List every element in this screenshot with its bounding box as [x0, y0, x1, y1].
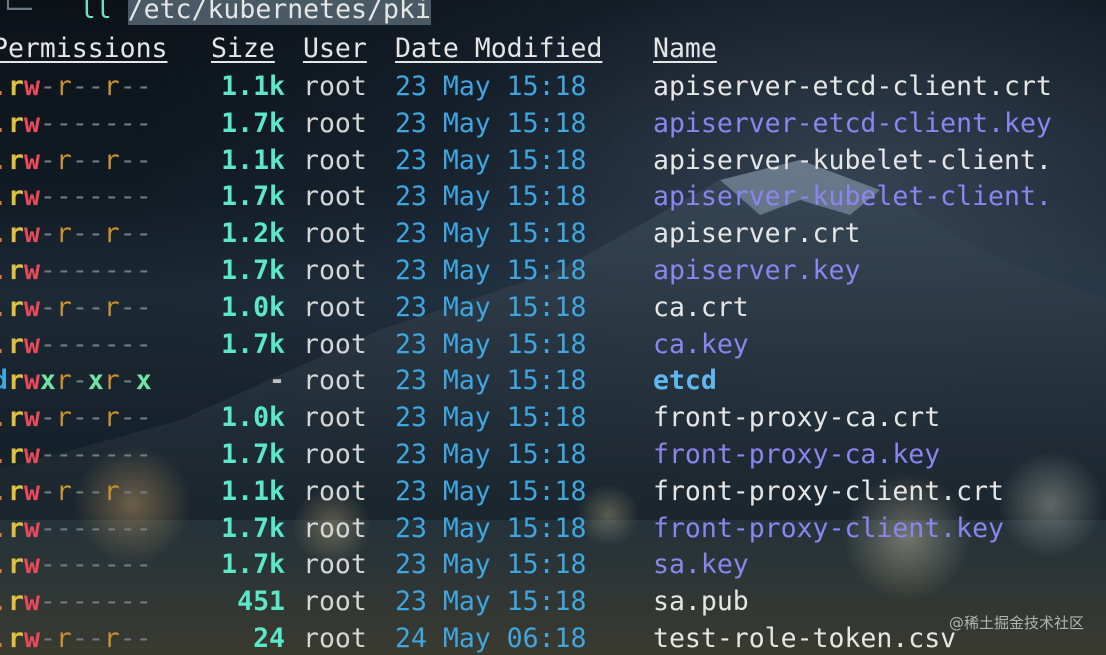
size-cell: 1.1k	[221, 144, 285, 176]
date-cell: 23 May 15:18	[395, 402, 587, 434]
user-cell: root	[303, 622, 367, 654]
permissions-cell: .rw-------	[0, 328, 152, 360]
date-cell: 23 May 15:18	[395, 254, 587, 286]
filename-cell[interactable]: front-proxy-client.key	[653, 512, 1004, 546]
filename-cell[interactable]: apiserver-etcd-client.crt	[653, 70, 1052, 104]
permissions-cell: .rw-r--r--	[0, 218, 152, 250]
user-cell: root	[303, 549, 367, 581]
permissions-cell: .rw-r--r--	[0, 144, 152, 176]
filename-cell[interactable]: test-role-token.csv	[653, 622, 956, 655]
permissions-cell: .rw-r--r--	[0, 475, 152, 507]
date-cell: 24 May 06:18	[395, 622, 587, 654]
permissions-cell: .rw-r--r--	[0, 291, 152, 323]
user-cell: root	[303, 291, 367, 323]
user-cell: root	[303, 586, 367, 618]
user-cell: root	[303, 107, 367, 139]
filename-cell[interactable]: front-proxy-ca.crt	[653, 401, 940, 435]
size-cell: 1.7k	[221, 107, 285, 139]
terminal-window: └─ ll /etc/kubernetes/pki Permissions Si…	[0, 0, 1106, 655]
user-cell: root	[303, 218, 367, 250]
user-cell: root	[303, 438, 367, 470]
user-cell: root	[303, 475, 367, 507]
user-cell: root	[303, 254, 367, 286]
header-date-modified: Date Modified	[395, 33, 603, 64]
date-cell: 23 May 15:18	[395, 291, 587, 323]
permissions-cell: drwxr-xr-x	[0, 365, 152, 397]
size-cell: 1.7k	[221, 549, 285, 581]
permissions-cell: .rw-r--r--	[0, 622, 152, 654]
permissions-cell: .rw-------	[0, 107, 152, 139]
date-cell: 23 May 15:18	[395, 107, 587, 139]
prompt-marker: └─	[0, 0, 32, 25]
filename-cell[interactable]: ca.crt	[653, 291, 749, 325]
watermark: @稀土掘金技术社区	[948, 614, 1084, 632]
user-cell: root	[303, 365, 367, 397]
listing-header: Permissions Size User Date Modified Name	[0, 33, 717, 67]
filename-cell[interactable]: front-proxy-ca.key	[653, 438, 940, 472]
size-cell: 1.7k	[221, 181, 285, 213]
permissions-cell: .rw-------	[0, 438, 152, 470]
filename-cell[interactable]: apiserver-kubelet-client.	[653, 144, 1052, 178]
date-cell: 23 May 15:18	[395, 586, 587, 618]
date-cell: 23 May 15:18	[395, 365, 587, 397]
filename-cell[interactable]: apiserver.key	[653, 254, 860, 288]
filename-cell[interactable]: apiserver-kubelet-client.	[653, 180, 1052, 214]
size-cell: 1.7k	[221, 328, 285, 360]
user-cell: root	[303, 181, 367, 213]
date-cell: 23 May 15:18	[395, 475, 587, 507]
date-cell: 23 May 15:18	[395, 181, 587, 213]
filename-cell[interactable]: sa.key	[653, 548, 749, 582]
size-cell: 1.7k	[221, 254, 285, 286]
size-cell: 451	[237, 586, 285, 618]
user-cell: root	[303, 144, 367, 176]
date-cell: 23 May 15:18	[395, 328, 587, 360]
filename-cell[interactable]: apiserver-etcd-client.key	[653, 107, 1052, 141]
filename-cell[interactable]: etcd	[653, 364, 717, 398]
permissions-cell: .rw-------	[0, 181, 152, 213]
size-cell: -	[269, 365, 285, 397]
size-cell: 1.1k	[221, 71, 285, 102]
permissions-cell: .rw-------	[0, 549, 152, 581]
date-cell: 23 May 15:18	[395, 549, 587, 581]
prompt-command: ll	[79, 0, 112, 25]
header-name: Name	[653, 33, 717, 64]
size-cell: 24	[253, 622, 285, 654]
permissions-cell: .rw-------	[0, 254, 152, 286]
prompt-path: /etc/kubernetes/pki	[127, 0, 431, 25]
filename-cell[interactable]: front-proxy-client.crt	[653, 475, 1004, 509]
permissions-cell: .rw-------	[0, 586, 152, 618]
date-cell: 23 May 15:18	[395, 218, 587, 250]
user-cell: root	[303, 71, 367, 102]
filename-cell[interactable]: ca.key	[653, 328, 749, 362]
size-cell: 1.7k	[221, 438, 285, 470]
size-cell: 1.7k	[221, 512, 285, 544]
date-cell: 23 May 15:18	[395, 144, 587, 176]
header-user: User	[303, 33, 367, 64]
permissions-cell: .rw-------	[0, 512, 152, 544]
size-cell: 1.2k	[221, 218, 285, 250]
date-cell: 23 May 15:18	[395, 71, 587, 102]
header-size: Size	[211, 33, 275, 64]
command-prompt: └─ ll /etc/kubernetes/pki	[0, 0, 431, 28]
filename-cell[interactable]: apiserver.crt	[653, 217, 860, 251]
size-cell: 1.0k	[221, 291, 285, 323]
permissions-cell: .rw-r--r--	[0, 71, 152, 102]
user-cell: root	[303, 402, 367, 434]
date-cell: 23 May 15:18	[395, 512, 587, 544]
user-cell: root	[303, 512, 367, 544]
user-cell: root	[303, 328, 367, 360]
filename-cell[interactable]: sa.pub	[653, 585, 749, 619]
size-cell: 1.1k	[221, 475, 285, 507]
size-cell: 1.0k	[221, 402, 285, 434]
permissions-cell: .rw-r--r--	[0, 402, 152, 434]
date-cell: 23 May 15:18	[395, 438, 587, 470]
header-permissions: Permissions	[0, 33, 168, 64]
